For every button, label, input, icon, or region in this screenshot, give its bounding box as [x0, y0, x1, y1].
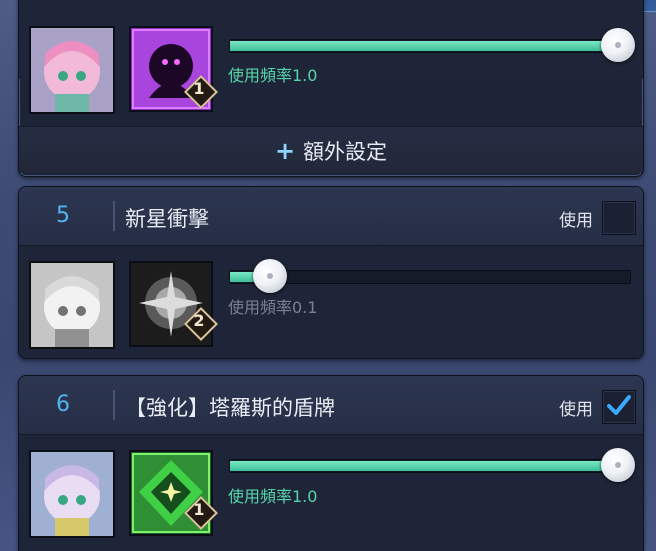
- character-portrait: [29, 261, 115, 349]
- frequency-label: 使用頻率0.1: [228, 298, 318, 317]
- skill-slot-body: 2 使用頻率0.1: [19, 246, 643, 358]
- skill-slot-header: 5 新星衝擊 使用: [19, 187, 643, 246]
- slider-fill: [230, 461, 630, 471]
- skill-slot-card-6: 6 【強化】塔羅斯的盾牌 使用 1 使用頻率1.0: [18, 375, 644, 551]
- skill-level-badge: 1: [184, 496, 218, 530]
- use-label: 使用: [559, 211, 593, 231]
- character-portrait: [29, 450, 115, 538]
- frequency-label: 使用頻率1.0: [228, 487, 318, 506]
- frequency-label: 使用頻率1.0: [228, 66, 318, 85]
- slot-number: 6: [56, 392, 70, 417]
- skill-slot-card-5: 5 新星衝擊 使用 2 使用頻率0.1: [18, 186, 644, 359]
- slot-number: 5: [56, 203, 70, 228]
- slider-fill: [230, 41, 630, 51]
- skill-level-badge: 2: [184, 307, 218, 341]
- divider: [113, 201, 115, 231]
- skill-slot-header: 6 【強化】塔羅斯的盾牌 使用: [19, 376, 643, 435]
- slider-knob[interactable]: [253, 259, 287, 293]
- use-checkbox[interactable]: [602, 390, 636, 424]
- frequency-slider[interactable]: [229, 448, 635, 482]
- use-checkbox[interactable]: [602, 201, 636, 235]
- skill-level-badge: 1: [184, 75, 218, 109]
- skill-name: 新星衝擊: [125, 207, 209, 231]
- slider-knob[interactable]: [601, 448, 635, 482]
- plus-icon: +: [274, 137, 296, 165]
- frequency-slider[interactable]: [229, 28, 635, 62]
- skill-slot-body: 1 使用頻率1.0: [19, 435, 643, 551]
- extra-settings-button[interactable]: + 額外設定: [19, 126, 643, 173]
- divider: [113, 390, 115, 420]
- extra-settings-label: 額外設定: [303, 140, 388, 164]
- skill-slot-card-4: 1 使用頻率1.0 + 額外設定: [18, 0, 644, 177]
- slider-knob[interactable]: [601, 28, 635, 62]
- skill-name: 【強化】塔羅斯的盾牌: [125, 396, 335, 420]
- frequency-slider[interactable]: [229, 259, 631, 293]
- checkmark-icon: [607, 395, 631, 415]
- character-portrait: [29, 26, 115, 114]
- skill-slot-body: 1 使用頻率1.0: [19, 0, 643, 114]
- use-label: 使用: [559, 400, 593, 420]
